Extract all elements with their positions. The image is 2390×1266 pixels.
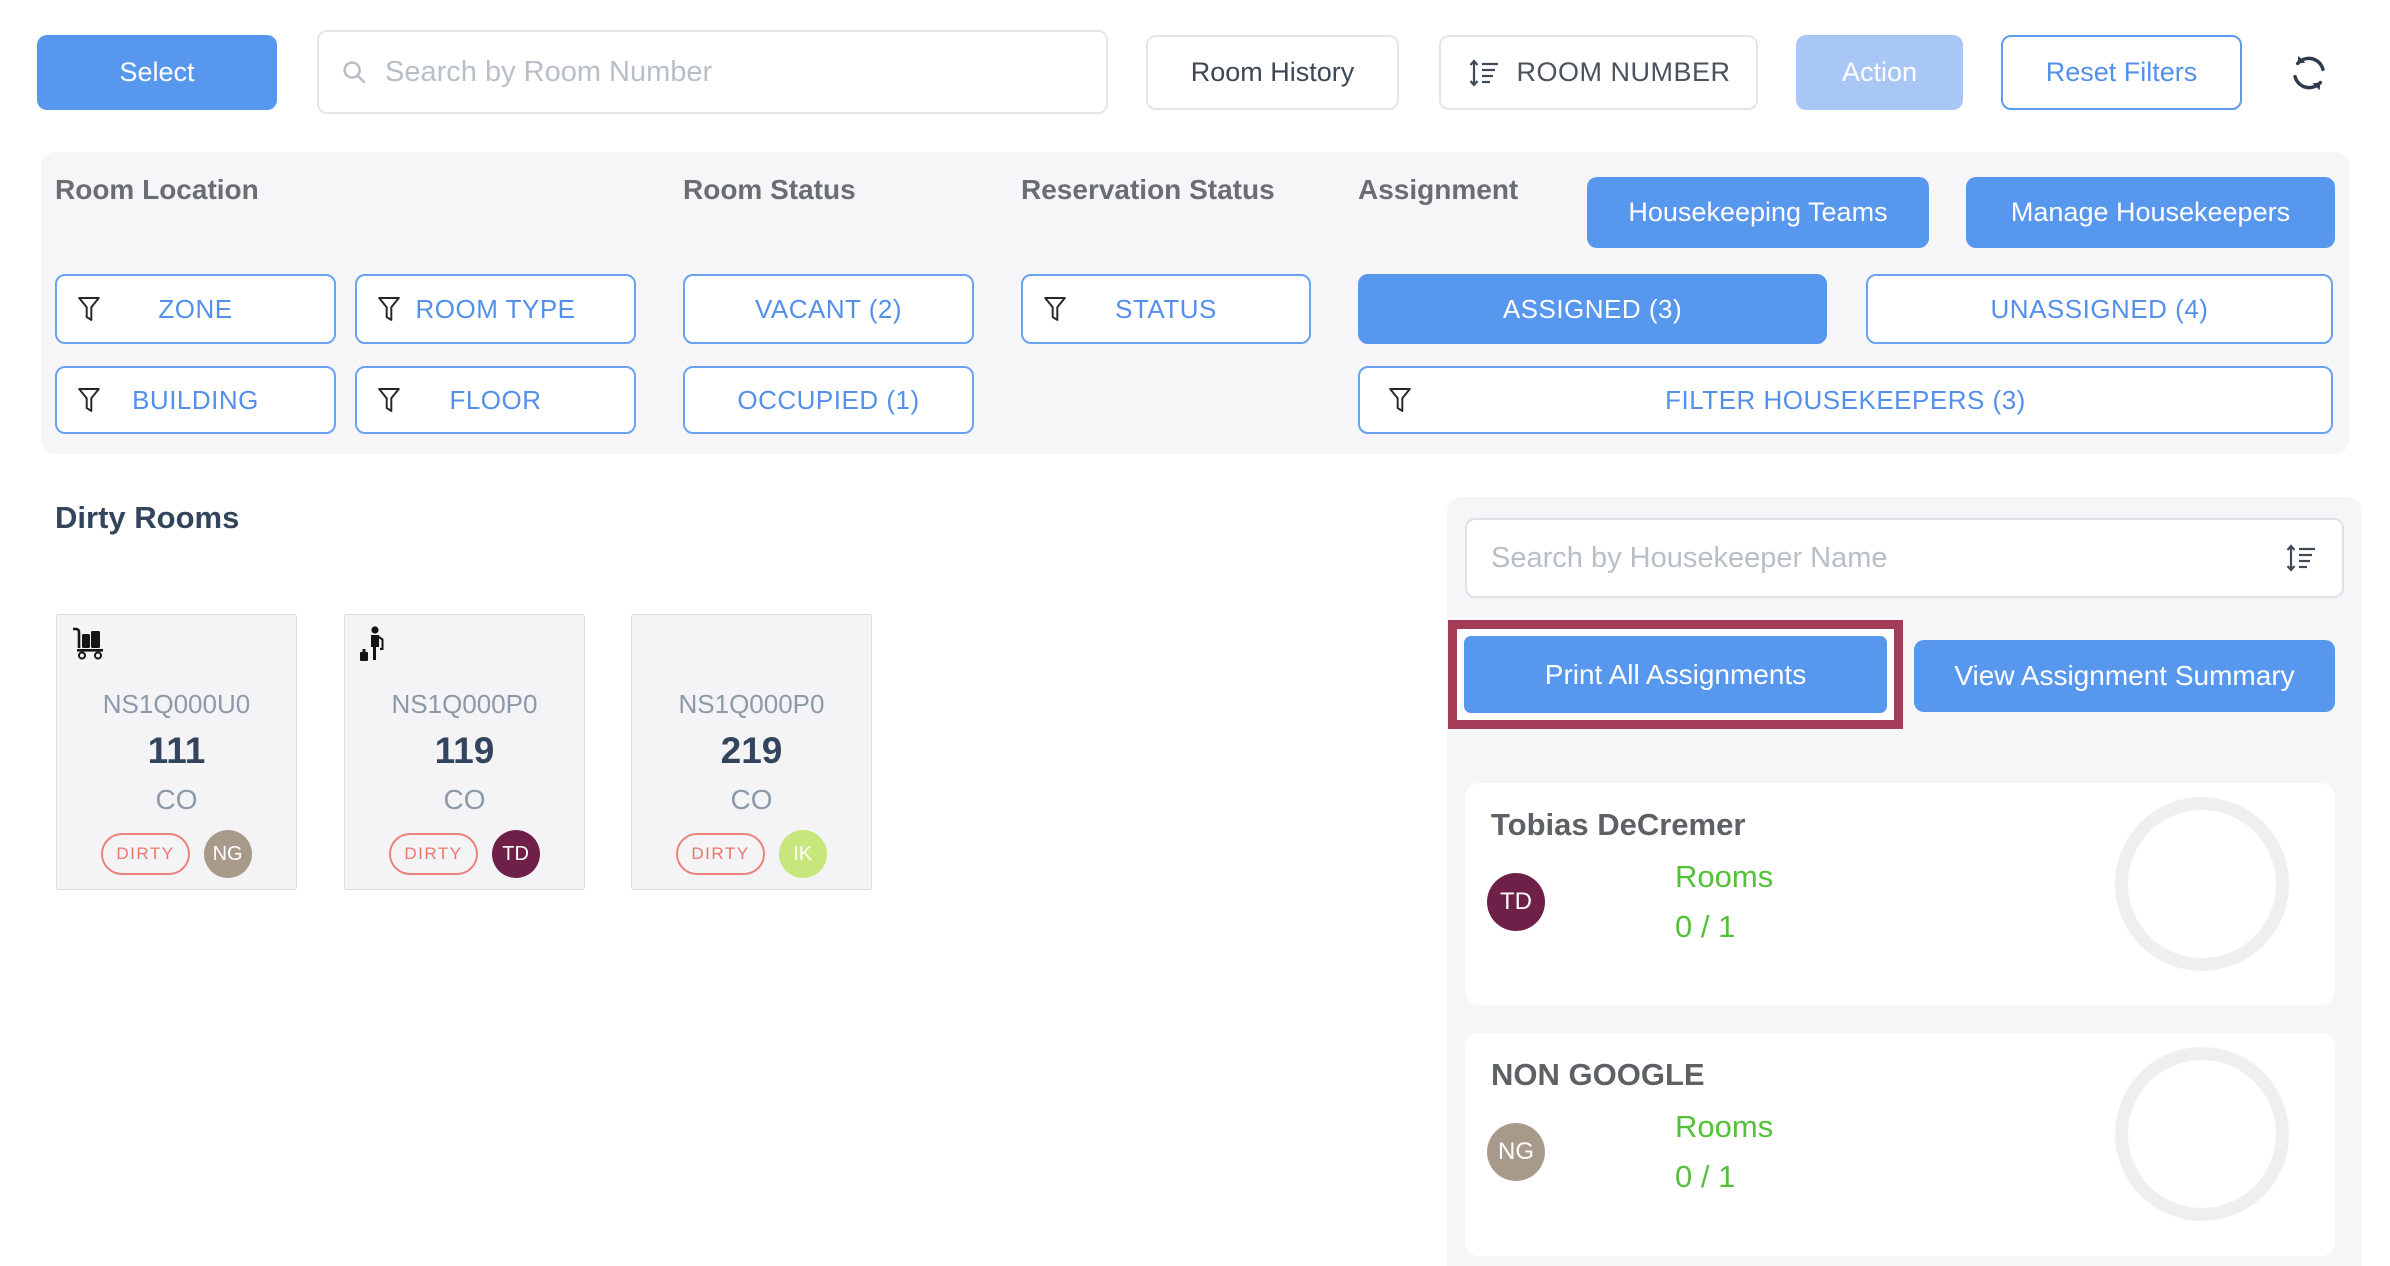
room-service-type: CO	[57, 784, 296, 816]
manage-housekeepers-button[interactable]: Manage Housekeepers	[1966, 177, 2335, 248]
room-type-filter-button[interactable]: ROOM TYPE	[355, 274, 636, 344]
room-code: NS1Q000U0	[57, 689, 296, 720]
status-filter-button[interactable]: STATUS	[1021, 274, 1311, 344]
housekeeper-avatar: TD	[1487, 873, 1545, 931]
unassigned-filter-button[interactable]: UNASSIGNED (4)	[1866, 274, 2333, 344]
status-filter-label: STATUS	[1115, 294, 1217, 325]
room-card-body: NS1Q000U0 111 CO DIRTY NG	[57, 689, 296, 878]
funnel-icon	[1041, 294, 1069, 324]
occupied-filter-label: OCCUPIED (1)	[737, 385, 919, 416]
sort-by-button[interactable]: ROOM NUMBER	[1439, 35, 1758, 110]
reservation-status-label: Reservation Status	[1021, 174, 1275, 206]
assignee-avatar: IK	[779, 830, 827, 878]
rooms-label: Rooms	[1675, 1109, 1773, 1145]
room-type-filter-label: ROOM TYPE	[415, 294, 575, 325]
sort-amount-icon[interactable]	[2284, 542, 2318, 574]
housekeeping-teams-button[interactable]: Housekeeping Teams	[1587, 177, 1929, 248]
room-status-badge: DIRTY	[389, 833, 477, 875]
unassigned-filter-label: UNASSIGNED (4)	[1991, 294, 2209, 325]
print-all-highlight-annotation: Print All Assignments	[1448, 620, 1903, 729]
filter-housekeepers-button[interactable]: FILTER HOUSEKEEPERS (3)	[1358, 366, 2333, 434]
assignee-avatar: TD	[492, 830, 540, 878]
zone-filter-label: ZONE	[158, 294, 232, 325]
room-location-label: Room Location	[55, 174, 259, 206]
funnel-icon	[75, 294, 103, 324]
room-history-button[interactable]: Room History	[1146, 35, 1399, 110]
dirty-rooms-heading: Dirty Rooms	[55, 500, 239, 536]
room-code: NS1Q000P0	[345, 689, 584, 720]
sort-amount-icon	[1467, 57, 1501, 89]
print-all-assignments-button[interactable]: Print All Assignments	[1457, 629, 1894, 720]
housekeeper-search-box	[1465, 518, 2344, 598]
assignee-avatar: NG	[204, 830, 252, 878]
rooms-label: Rooms	[1675, 859, 1773, 895]
assignment-label: Assignment	[1358, 174, 1518, 206]
room-number: 119	[345, 730, 584, 772]
room-status-label: Room Status	[683, 174, 856, 206]
select-button[interactable]: Select	[37, 35, 277, 110]
luggage-cart-icon	[69, 625, 109, 661]
room-status-badge: DIRTY	[676, 833, 764, 875]
room-card-body: NS1Q000P0 119 CO DIRTY TD	[345, 689, 584, 878]
action-button[interactable]: Action	[1796, 35, 1963, 110]
room-status-badge: DIRTY	[101, 833, 189, 875]
room-card-111[interactable]: NS1Q000U0 111 CO DIRTY NG	[56, 614, 297, 890]
housekeeper-name: NON GOOGLE	[1491, 1057, 1705, 1093]
room-card-119[interactable]: NS1Q000P0 119 CO DIRTY TD	[344, 614, 585, 890]
housekeeper-name: Tobias DeCremer	[1491, 807, 1745, 843]
housekeeper-card[interactable]: NON GOOGLE NG Rooms 0 / 1	[1465, 1033, 2335, 1256]
sort-by-label: ROOM NUMBER	[1517, 57, 1731, 88]
housekeeper-avatar: NG	[1487, 1123, 1545, 1181]
housekeeper-search-input[interactable]	[1491, 542, 2268, 575]
housekeeper-rooms: Rooms 0 / 1	[1675, 859, 1773, 945]
room-card-body: NS1Q000P0 219 CO DIRTY IK	[632, 689, 871, 878]
assigned-filter-button[interactable]: ASSIGNED (3)	[1358, 274, 1827, 344]
vacant-filter-button[interactable]: VACANT (2)	[683, 274, 974, 344]
progress-ring	[2115, 797, 2289, 971]
refresh-icon[interactable]	[2286, 50, 2332, 96]
room-service-type: CO	[345, 784, 584, 816]
funnel-icon	[375, 385, 403, 415]
room-number: 219	[632, 730, 871, 772]
search-icon	[339, 57, 369, 87]
room-service-type: CO	[632, 784, 871, 816]
occupied-filter-button[interactable]: OCCUPIED (1)	[683, 366, 974, 434]
building-filter-button[interactable]: BUILDING	[55, 366, 336, 434]
floor-filter-button[interactable]: FLOOR	[355, 366, 636, 434]
filter-panel: Room Location Room Status Reservation St…	[41, 152, 2349, 454]
room-search-input[interactable]	[385, 56, 1086, 89]
funnel-icon	[75, 385, 103, 415]
building-filter-label: BUILDING	[132, 385, 259, 416]
room-card-219[interactable]: NS1Q000P0 219 CO DIRTY IK	[631, 614, 872, 890]
room-number: 111	[57, 730, 296, 772]
person-luggage-icon	[357, 625, 389, 665]
vacant-filter-label: VACANT (2)	[755, 294, 902, 325]
rooms-count: 0 / 1	[1675, 909, 1773, 945]
floor-filter-label: FLOOR	[449, 385, 541, 416]
assigned-filter-label: ASSIGNED (3)	[1503, 294, 1682, 325]
view-assignment-summary-button[interactable]: View Assignment Summary	[1914, 640, 2335, 712]
housekeeper-rooms: Rooms 0 / 1	[1675, 1109, 1773, 1195]
progress-ring	[2115, 1047, 2289, 1221]
funnel-icon	[375, 294, 403, 324]
rooms-count: 0 / 1	[1675, 1159, 1773, 1195]
room-search-box	[317, 30, 1108, 114]
reset-filters-button[interactable]: Reset Filters	[2001, 35, 2242, 110]
housekeeper-panel: Print All Assignments View Assignment Su…	[1447, 497, 2362, 1266]
filter-housekeepers-label: FILTER HOUSEKEEPERS (3)	[1665, 385, 2026, 416]
zone-filter-button[interactable]: ZONE	[55, 274, 336, 344]
funnel-icon	[1386, 385, 1414, 415]
housekeeper-card[interactable]: Tobias DeCremer TD Rooms 0 / 1	[1465, 783, 2335, 1005]
room-code: NS1Q000P0	[632, 689, 871, 720]
